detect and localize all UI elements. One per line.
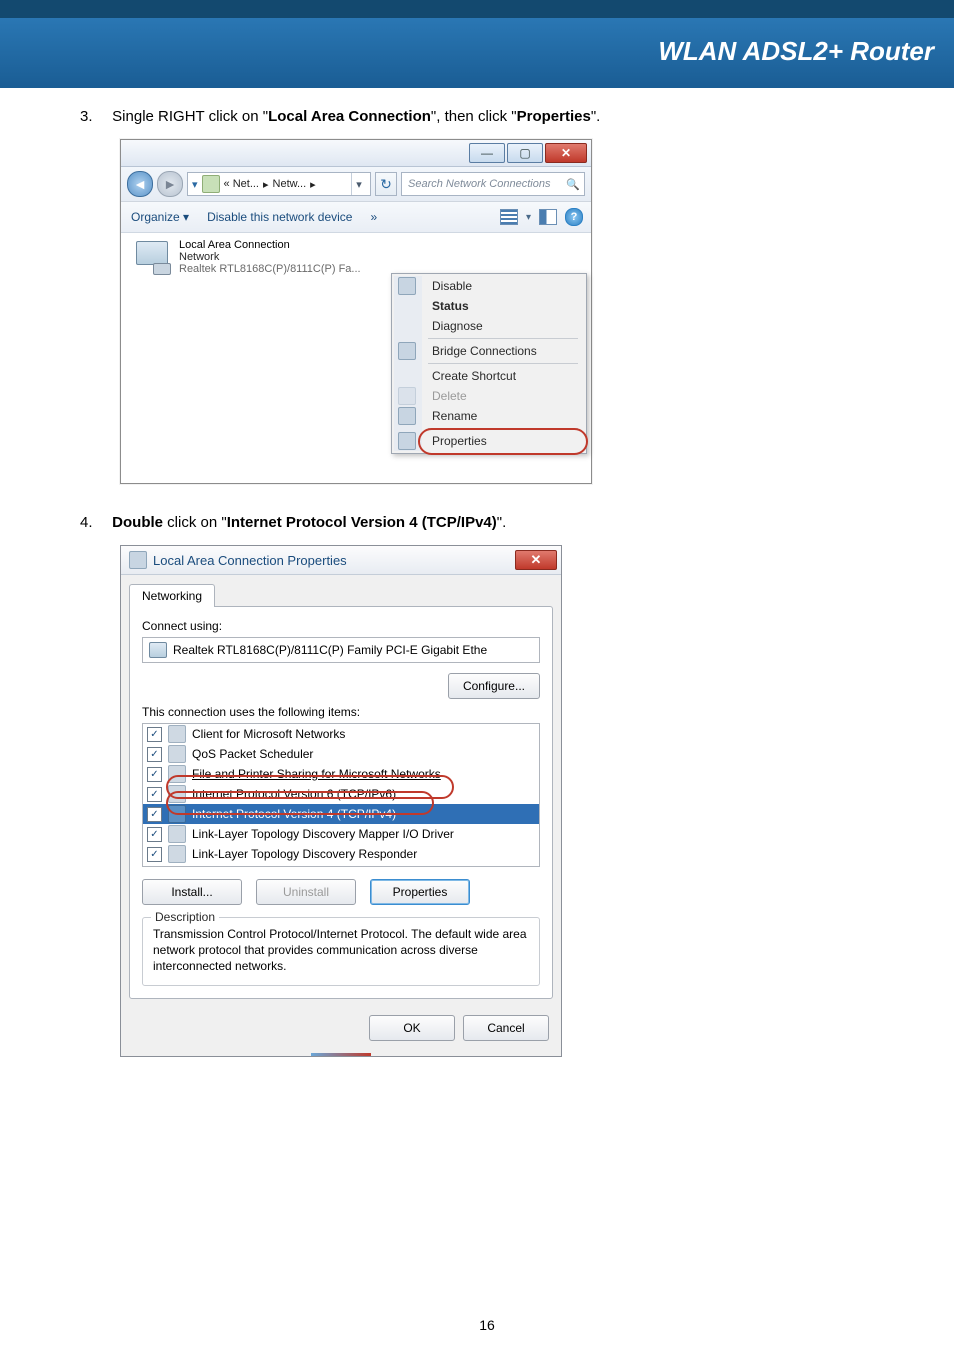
tab-networking[interactable]: Networking [129, 584, 215, 607]
maximize-button[interactable]: ▢ [507, 143, 543, 163]
address-dropdown[interactable]: ▾ [351, 173, 366, 195]
network-icon [129, 551, 147, 569]
titlebar: — ▢ ✕ [121, 140, 591, 167]
folder-icon [202, 175, 220, 193]
organize-menu[interactable]: Organize ▾ [131, 210, 189, 224]
step-4: 4. Double click on "Internet Protocol Ve… [80, 514, 894, 531]
connect-using-label: Connect using: [142, 619, 540, 633]
menu-status[interactable]: Status [422, 296, 584, 316]
search-input[interactable]: Search Network Connections 🔍 [401, 172, 585, 196]
connection-item[interactable]: Local Area Connection Network Realtek RT… [131, 239, 431, 275]
list-item[interactable]: ✓Link-Layer Topology Discovery Responder [143, 844, 539, 864]
close-button[interactable]: ✕ [515, 550, 557, 570]
shield-icon [398, 432, 416, 450]
list-item[interactable]: ✓Internet Protocol Version 6 (TCP/IPv6) [143, 784, 539, 804]
adapter-icon [149, 642, 167, 658]
address-bar[interactable]: ▾ « Net... ▸ Netw... ▸ ▾ [187, 172, 371, 196]
context-menu: Disable Status Diagnose Bridge Connectio… [391, 273, 587, 454]
list-item[interactable]: ✓QoS Packet Scheduler [143, 744, 539, 764]
view-icon[interactable] [500, 209, 518, 225]
service-icon [168, 765, 186, 783]
shield-icon [398, 387, 416, 405]
description-text: Transmission Control Protocol/Internet P… [153, 926, 529, 975]
refresh-button[interactable]: ↻ [375, 172, 397, 196]
menu-properties[interactable]: Properties [422, 431, 584, 451]
accent-bar [311, 1053, 371, 1056]
cancel-button[interactable]: Cancel [463, 1015, 549, 1041]
component-list[interactable]: ✓Client for Microsoft Networks ✓QoS Pack… [142, 723, 540, 867]
forward-button[interactable]: ► [157, 171, 183, 197]
configure-button[interactable]: Configure... [448, 673, 540, 699]
menu-diagnose[interactable]: Diagnose [422, 316, 584, 336]
shield-icon [398, 277, 416, 295]
protocol-icon [168, 785, 186, 803]
header-title: WLAN ADSL2+ Router [658, 36, 934, 67]
description-group: Description Transmission Control Protoco… [142, 917, 540, 986]
ok-button[interactable]: OK [369, 1015, 455, 1041]
connection-device: Realtek RTL8168C(P)/8111C(P) Fa... [179, 263, 361, 275]
toolbar-overflow[interactable]: » [370, 210, 377, 224]
network-connections-window: — ▢ ✕ ◄ ► ▾ « Net... ▸ Netw... ▸ [120, 139, 592, 484]
dialog-title: Local Area Connection Properties ✕ [121, 546, 561, 575]
protocol-icon [168, 825, 186, 843]
page-number: 16 [80, 1317, 894, 1333]
connection-status: Network [179, 251, 361, 263]
protocol-icon [168, 845, 186, 863]
help-icon[interactable]: ? [565, 208, 583, 226]
menu-rename[interactable]: Rename [422, 406, 584, 426]
list-item[interactable]: ✓Client for Microsoft Networks [143, 724, 539, 744]
list-item[interactable]: ✓File and Printer Sharing for Microsoft … [143, 764, 539, 784]
highlight-circle [418, 428, 588, 455]
shield-icon [398, 342, 416, 360]
disable-device-button[interactable]: Disable this network device [207, 210, 352, 224]
minimize-button[interactable]: — [469, 143, 505, 163]
uninstall-button: Uninstall [256, 879, 356, 905]
menu-disable[interactable]: Disable [422, 276, 584, 296]
back-button[interactable]: ◄ [127, 171, 153, 197]
install-button[interactable]: Install... [142, 879, 242, 905]
properties-button[interactable]: Properties [370, 879, 470, 905]
preview-pane-icon[interactable] [539, 209, 557, 225]
client-icon [168, 725, 186, 743]
list-item[interactable]: ✓Link-Layer Topology Discovery Mapper I/… [143, 824, 539, 844]
menu-delete: Delete [422, 386, 584, 406]
connection-name: Local Area Connection [179, 239, 361, 251]
close-button[interactable]: ✕ [545, 143, 587, 163]
page-header: WLAN ADSL2+ Router [0, 0, 954, 88]
shield-icon [398, 407, 416, 425]
protocol-icon [168, 805, 186, 823]
menu-shortcut[interactable]: Create Shortcut [422, 366, 584, 386]
list-item-selected[interactable]: ✓Internet Protocol Version 4 (TCP/IPv4) [143, 804, 539, 824]
uses-label: This connection uses the following items… [142, 705, 540, 719]
search-icon: 🔍 [566, 178, 580, 191]
menu-bridge[interactable]: Bridge Connections [422, 341, 584, 361]
service-icon [168, 745, 186, 763]
step-3: 3. Single RIGHT click on "Local Area Con… [80, 108, 894, 125]
adapter-field: Realtek RTL8168C(P)/8111C(P) Family PCI-… [142, 637, 540, 663]
properties-dialog: Local Area Connection Properties ✕ Netwo… [120, 545, 562, 1057]
network-adapter-icon [131, 239, 171, 275]
